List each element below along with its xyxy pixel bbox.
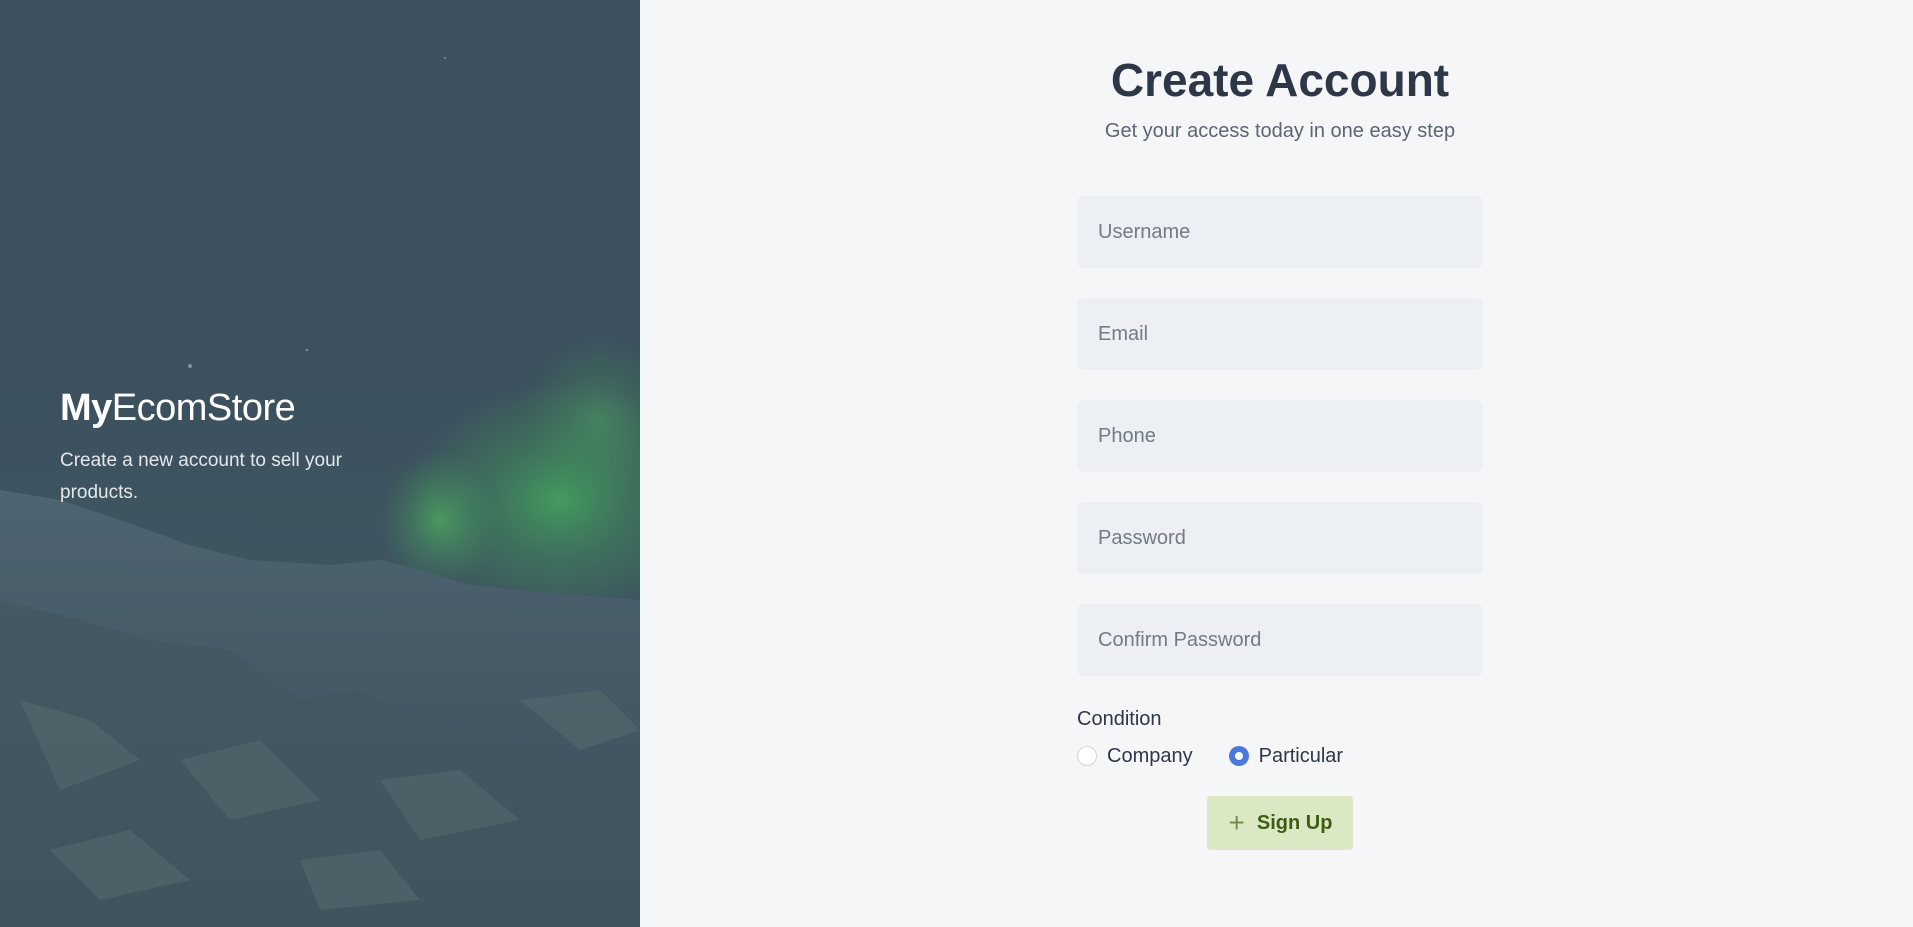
brand-name-light: EcomStore [111, 387, 296, 429]
form-fields [1077, 196, 1483, 676]
radio-particular-circle[interactable] [1228, 746, 1249, 766]
brand-logo: MyEcomStore [60, 385, 420, 431]
password-input[interactable] [1077, 502, 1483, 574]
sign-up-label: Sign Up [1256, 811, 1333, 834]
hero-panel: MyEcomStore Create a new account to sell… [0, 0, 640, 927]
page-subtitle: Get your access today in one easy step [1104, 120, 1456, 142]
submit-row: + Sign Up [1077, 796, 1483, 850]
sign-up-button[interactable]: + Sign Up [1206, 796, 1354, 850]
condition-radio-group: Company Particular [1077, 742, 1483, 770]
radio-particular[interactable]: Particular [1228, 744, 1344, 768]
confirm-password-input[interactable] [1077, 604, 1483, 676]
signup-page: MyEcomStore Create a new account to sell… [0, 0, 1913, 927]
radio-company-label: Company [1107, 744, 1193, 767]
page-title: Create Account [1110, 54, 1450, 106]
radio-company[interactable]: Company [1077, 745, 1193, 768]
brand-name-strong: My [60, 387, 112, 429]
signup-form: Create Account Get your access today in … [1077, 0, 1483, 850]
radio-company-circle[interactable] [1077, 746, 1097, 766]
email-input[interactable] [1077, 298, 1483, 370]
hero-tagline: Create a new account to sell your produc… [60, 450, 342, 503]
username-input[interactable] [1077, 196, 1483, 268]
radio-particular-label: Particular [1258, 744, 1344, 767]
phone-input[interactable] [1077, 400, 1483, 472]
hero-content: MyEcomStore Create a new account to sell… [60, 385, 420, 509]
condition-label: Condition [1077, 708, 1162, 730]
plus-icon: + [1228, 807, 1245, 838]
signup-form-area: Create Account Get your access today in … [640, 0, 1913, 927]
